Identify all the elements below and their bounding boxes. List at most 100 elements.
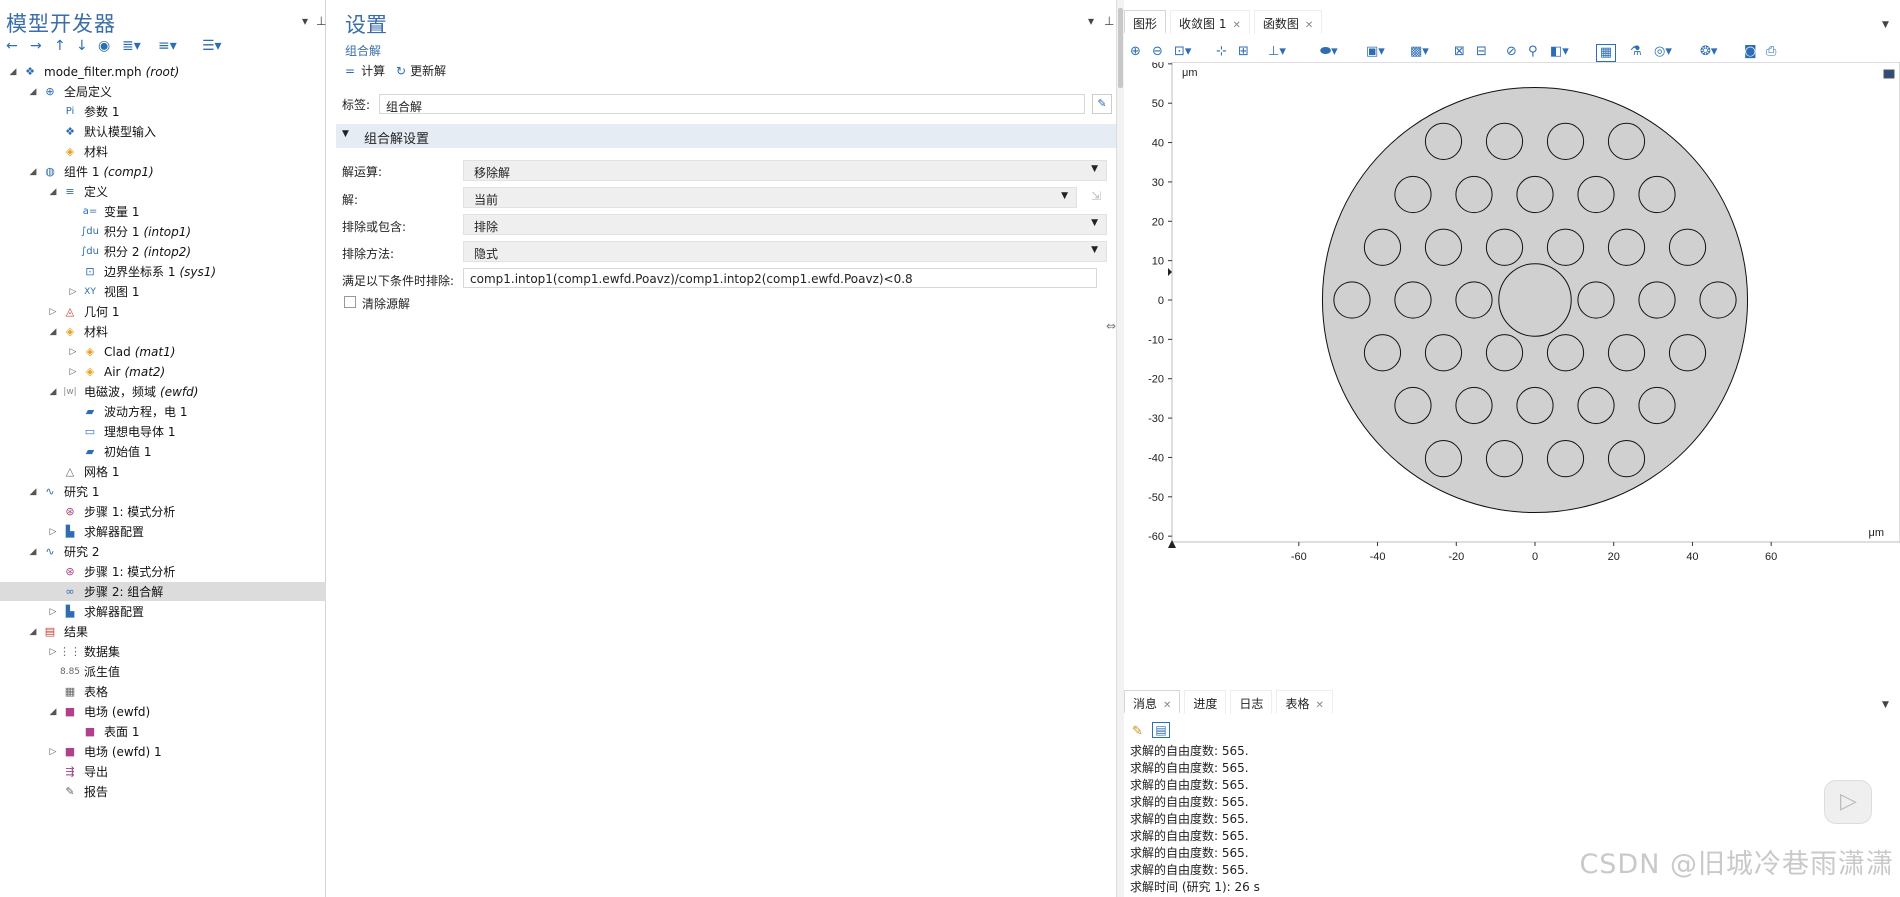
tree-node-study2-step2-selected[interactable]: ∞ 步骤 2: 组合解 bbox=[0, 582, 326, 601]
tree-node-results[interactable]: ◢ ▤ 结果 bbox=[28, 622, 88, 641]
reset-view-icon[interactable]: ❂▾ bbox=[1700, 44, 1717, 59]
zoom-extents-icon[interactable]: ⊞ bbox=[1238, 44, 1249, 59]
zoom-box-icon[interactable]: ⊡▾ bbox=[1174, 44, 1191, 59]
panel-menu-icon[interactable]: ▾ bbox=[1088, 14, 1094, 28]
compute-button[interactable]: = 计算 bbox=[345, 62, 385, 79]
pan-icon[interactable]: ⊠ bbox=[1454, 44, 1465, 59]
panel-menu-icon[interactable]: ▼ bbox=[1882, 20, 1889, 30]
collapse-icon[interactable]: ≣▾ bbox=[122, 38, 141, 56]
tree-node-study2-solver[interactable]: ▷ ▙ 求解器配置 bbox=[48, 602, 144, 621]
center-icon[interactable]: ⊹ bbox=[1216, 44, 1227, 59]
tree-node-view[interactable]: ▷ XY 视图 1 bbox=[68, 282, 140, 301]
zoom-selected-icon[interactable]: ⊟ bbox=[1476, 44, 1487, 59]
close-icon[interactable]: ✕ bbox=[1232, 20, 1240, 31]
tree-node-boundary-system[interactable]: ⊡ 边界坐标系 1 (sys1) bbox=[68, 262, 216, 281]
splitter-scroll-thumb[interactable] bbox=[1118, 8, 1123, 88]
expand-arrow-icon[interactable]: ▷ bbox=[48, 527, 58, 537]
show-icon[interactable]: ◉ bbox=[98, 38, 110, 56]
tree-node-surface[interactable]: ■ 表面 1 bbox=[68, 722, 140, 741]
expand-arrow-icon[interactable]: ▷ bbox=[48, 307, 58, 317]
axis-icon[interactable]: ⊥▾ bbox=[1268, 44, 1286, 59]
exclude-method-select[interactable]: 隐式 ▼ bbox=[463, 241, 1107, 262]
tree-node-parameters[interactable]: Pi 参数 1 bbox=[48, 102, 120, 121]
expand-arrow-icon[interactable]: ▷ bbox=[48, 647, 58, 657]
solution-select[interactable]: 当前 ▼ bbox=[463, 187, 1077, 208]
tree-options-icon[interactable]: ☰▾ bbox=[202, 38, 222, 56]
tree-node-root[interactable]: ◢ ❖ mode_filter.mph (root) bbox=[8, 62, 180, 81]
tree-node-initial-values[interactable]: ▰ 初始值 1 bbox=[68, 442, 152, 461]
pin-icon[interactable]: ⊥ bbox=[316, 14, 326, 28]
collapse-arrow-icon[interactable]: ◢ bbox=[28, 627, 38, 637]
collapse-arrow-icon[interactable]: ◢ bbox=[28, 547, 38, 557]
tree-node-materials[interactable]: ◢ ◈ 材料 bbox=[48, 322, 108, 341]
select-boundary-icon[interactable]: ▣▾ bbox=[1366, 44, 1385, 59]
zoom-in-icon[interactable]: ⊕ bbox=[1130, 44, 1141, 59]
zoom-out-icon[interactable]: ⊖ bbox=[1152, 44, 1163, 59]
tree-node-air[interactable]: ▷ ◈ Air (mat2) bbox=[68, 362, 166, 381]
go-to-source-icon[interactable]: ⇲ bbox=[1091, 189, 1101, 203]
collapse-arrow-icon[interactable]: ◢ bbox=[28, 487, 38, 497]
collapse-arrow-icon[interactable]: ◢ bbox=[48, 707, 58, 717]
tree-node-ewfd[interactable]: ◢ |w| 电磁波，频域 (ewfd) bbox=[48, 382, 199, 401]
expand-arrow-icon[interactable]: ▷ bbox=[48, 607, 58, 617]
grid-icon[interactable]: ▦ bbox=[1596, 44, 1616, 62]
tree-node-study-2[interactable]: ◢ ∿ 研究 2 bbox=[28, 542, 100, 561]
expand-arrow-icon[interactable]: ▷ bbox=[68, 347, 78, 357]
camera-icon[interactable]: ◙ bbox=[1744, 44, 1757, 59]
pin-icon[interactable]: ⊥ bbox=[1104, 14, 1114, 28]
update-solution-button[interactable]: ↻ 更新解 bbox=[396, 62, 446, 79]
show-all-icon[interactable]: ⚲ bbox=[1528, 44, 1538, 59]
tree-node-pec[interactable]: ▭ 理想电导体 1 bbox=[68, 422, 176, 441]
select-domain-icon[interactable]: ▩▾ bbox=[1410, 44, 1429, 59]
select-object-icon[interactable]: ⬬▾ bbox=[1320, 44, 1338, 59]
tree-node-datasets[interactable]: ▷ ⋮⋮ 数据集 bbox=[48, 642, 120, 661]
tree-node-study1-solver[interactable]: ▷ ▙ 求解器配置 bbox=[48, 522, 144, 541]
tree-node-efield[interactable]: ◢ ■ 电场 (ewfd) bbox=[48, 702, 151, 721]
expand-arrow-icon[interactable]: ▷ bbox=[68, 367, 78, 377]
operation-select[interactable]: 移除解 ▼ bbox=[463, 160, 1107, 181]
geometry-plot[interactable]: μm μm 60 50 40 30 20 10 0 -10 -20 -30 -40 -50 -60 -6… bbox=[1124, 62, 1900, 670]
tab-convergence[interactable]: 收敛图 1 ✕ bbox=[1170, 10, 1250, 34]
tree-node-mesh[interactable]: △ 网格 1 bbox=[48, 462, 120, 481]
hide-icon[interactable]: ⊘ bbox=[1506, 44, 1517, 59]
tree-node-clad[interactable]: ▷ ◈ Clad (mat1) bbox=[68, 342, 176, 361]
tab-function-plot[interactable]: 函数图 ✕ bbox=[1253, 10, 1323, 34]
back-icon[interactable]: ← bbox=[6, 38, 18, 56]
view-options-icon[interactable]: ◧▾ bbox=[1550, 44, 1569, 59]
tree-node-wave-equation[interactable]: ▰ 波动方程，电 1 bbox=[68, 402, 188, 421]
forward-icon[interactable]: → bbox=[30, 38, 42, 56]
tree-node-global-materials[interactable]: ◈ 材料 bbox=[48, 142, 108, 161]
tree-node-default-inputs[interactable]: ❖ 默认模型输入 bbox=[48, 122, 156, 141]
tree-node-efield-1[interactable]: ▷ ■ 电场 (ewfd) 1 bbox=[48, 742, 162, 761]
tree-node-study2-step1[interactable]: ⊛ 步骤 1: 模式分析 bbox=[48, 562, 175, 581]
tree-node-integration-1[interactable]: ∫du 积分 1 (intop1) bbox=[68, 222, 191, 241]
video-play-button[interactable]: ▷ bbox=[1824, 780, 1872, 824]
move-up-icon[interactable]: ↑ bbox=[54, 38, 66, 56]
tree-node-reports[interactable]: ✎ 报告 bbox=[48, 782, 108, 801]
collapse-arrow-icon[interactable]: ◢ bbox=[48, 187, 58, 197]
tree-node-definitions[interactable]: ◢ ≡ 定义 bbox=[48, 182, 108, 201]
scene-light-icon[interactable]: ⚗ bbox=[1630, 44, 1642, 59]
panel-menu-icon[interactable]: ▾ bbox=[302, 14, 308, 28]
expand-icon[interactable]: ≡▾ bbox=[158, 38, 177, 56]
expand-arrow-icon[interactable]: ▷ bbox=[48, 747, 58, 757]
collapse-arrow-icon[interactable]: ◢ bbox=[28, 87, 38, 97]
tab-graphics[interactable]: 图形 bbox=[1124, 10, 1167, 34]
tree-node-geometry[interactable]: ▷ ◬ 几何 1 bbox=[48, 302, 120, 321]
move-down-icon[interactable]: ↓ bbox=[76, 38, 88, 56]
expand-arrow-icon[interactable]: ▷ bbox=[68, 287, 78, 297]
close-icon[interactable]: ✕ bbox=[1305, 20, 1313, 31]
exclude-include-select[interactable]: 排除 ▼ bbox=[463, 214, 1107, 235]
print-icon[interactable]: ⎙ bbox=[1766, 44, 1776, 59]
collapse-arrow-icon[interactable]: ◢ bbox=[48, 387, 58, 397]
tree-node-tables[interactable]: ▦ 表格 bbox=[48, 682, 108, 701]
panel-splitter[interactable]: ⇔ bbox=[1106, 0, 1124, 897]
collapse-arrow-icon[interactable]: ◢ bbox=[48, 327, 58, 337]
tree-node-component[interactable]: ◢ ◍ 组件 1 (comp1) bbox=[28, 162, 154, 181]
label-edit-icon[interactable]: ✎ bbox=[1092, 94, 1112, 114]
tree-node-study1-step1[interactable]: ⊛ 步骤 1: 模式分析 bbox=[48, 502, 175, 521]
collapse-arrow-icon[interactable]: ◢ bbox=[28, 167, 38, 177]
label-input[interactable]: 组合解 bbox=[379, 94, 1085, 114]
tree-node-variables[interactable]: a= 变量 1 bbox=[68, 202, 140, 221]
clear-source-checkbox[interactable] bbox=[344, 296, 356, 308]
